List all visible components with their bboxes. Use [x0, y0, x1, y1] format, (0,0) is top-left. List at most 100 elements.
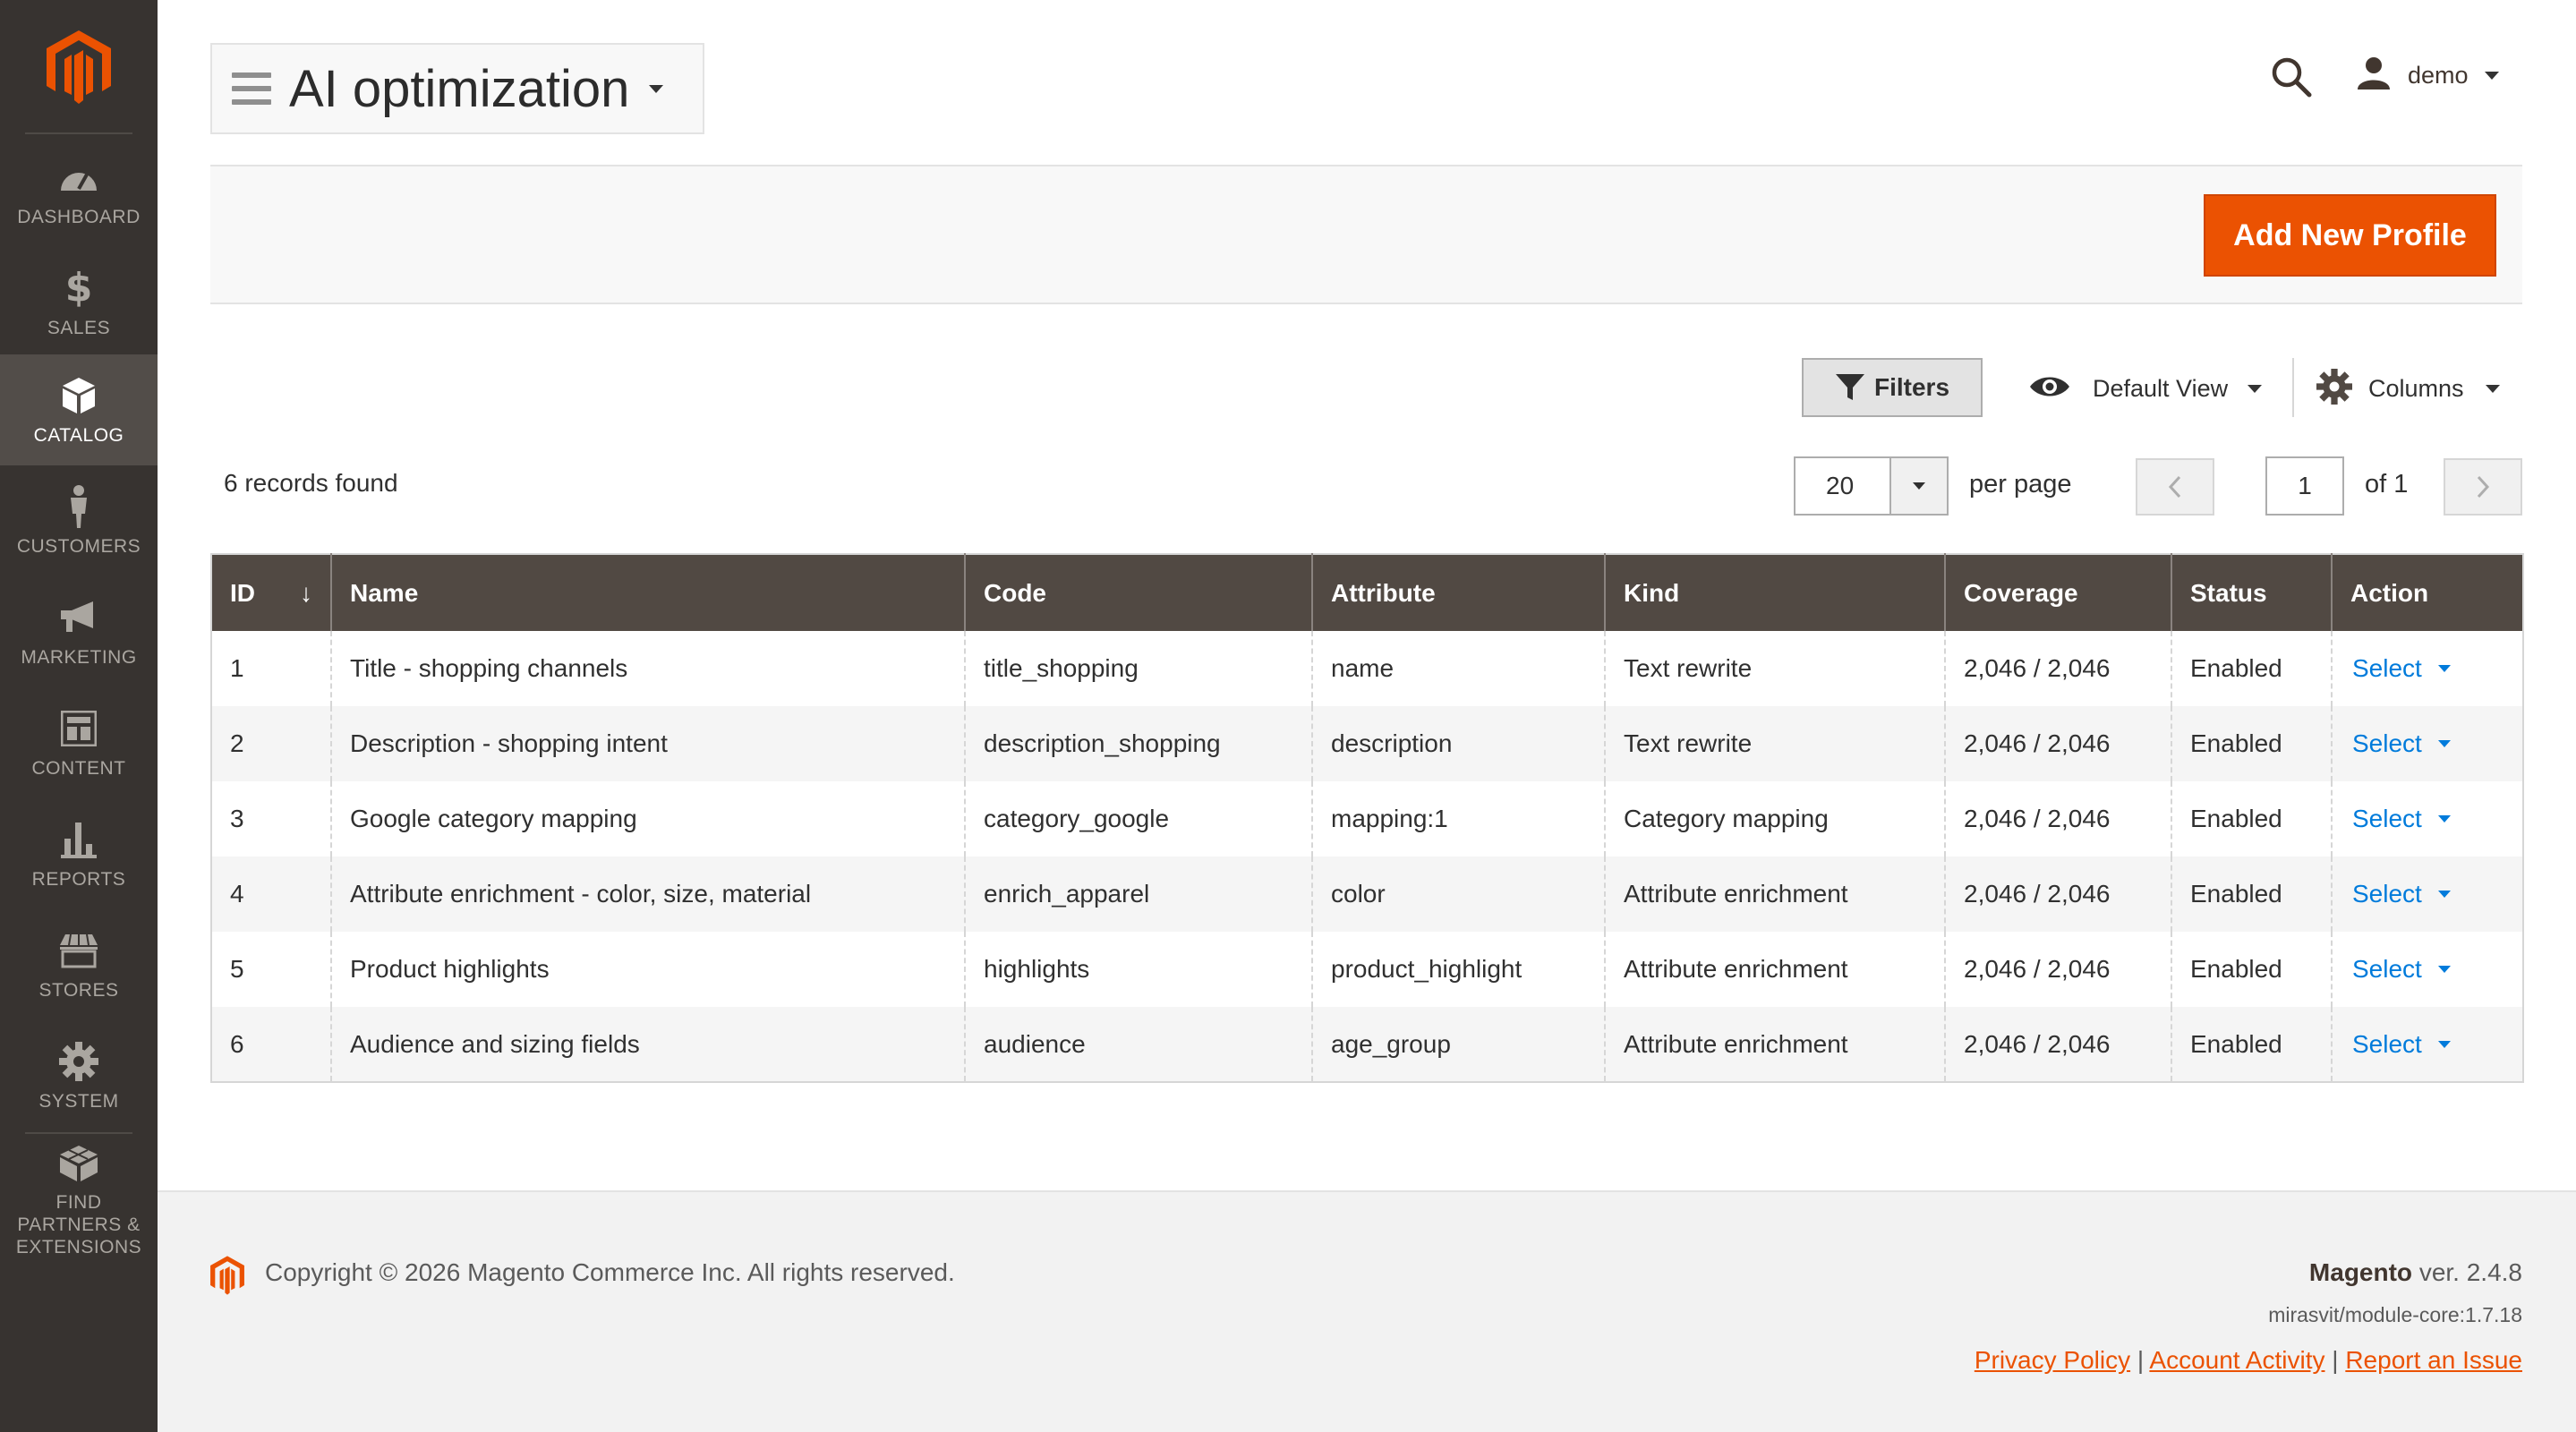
filters-button[interactable]: Filters: [1802, 358, 1983, 417]
table-row[interactable]: 3 Google category mapping category_googl…: [211, 781, 2523, 857]
cell-id: 3: [230, 805, 244, 832]
cell-name: Description - shopping intent: [330, 706, 965, 781]
sidebar-item-reports[interactable]: REPORTS: [0, 798, 158, 909]
cell-kind: Attribute enrichment: [1604, 857, 1945, 932]
cell-kind: Attribute enrichment: [1604, 932, 1945, 1007]
chevron-down-icon: [2485, 384, 2500, 393]
account-activity-link[interactable]: Account Activity: [2149, 1346, 2324, 1374]
sort-descending-icon: ↓: [300, 578, 312, 607]
columns-label: Columns: [2368, 374, 2464, 402]
sidebar-item-content[interactable]: CONTENT: [0, 687, 158, 798]
cell-name: Title - shopping channels: [330, 631, 965, 706]
user-account-menu[interactable]: demo: [2356, 52, 2499, 98]
cell-action: Select: [2331, 932, 2523, 1007]
table-row[interactable]: 5 Product highlights highlights product_…: [211, 932, 2523, 1007]
row-action-select[interactable]: Select: [2350, 880, 2451, 908]
table-row[interactable]: 1 Title - shopping channels title_shoppi…: [211, 631, 2523, 706]
row-action-select[interactable]: Select: [2350, 955, 2451, 984]
cell-kind: Attribute enrichment: [1604, 1007, 1945, 1082]
column-header-id[interactable]: ID ↓: [211, 554, 331, 631]
cell-status: Enabled: [2171, 706, 2332, 781]
chevron-down-icon: [1913, 482, 1925, 490]
select-label: Select: [2352, 880, 2422, 908]
page-title-switcher[interactable]: AI optimization: [210, 43, 704, 134]
cell-coverage: 2,046 / 2,046: [1944, 706, 2171, 781]
view-switcher[interactable]: Default View: [2028, 369, 2263, 408]
sidebar-item-dashboard[interactable]: DASHBOARD: [0, 136, 158, 247]
cell-code: audience: [964, 1007, 1312, 1082]
per-page-toggle[interactable]: [1889, 458, 1947, 514]
cell-name: Product highlights: [330, 932, 965, 1007]
sidebar-item-sales[interactable]: $ SALES: [0, 247, 158, 358]
cell-status: Enabled: [2171, 932, 2332, 1007]
columns-control[interactable]: Columns: [2316, 368, 2500, 409]
sidebar-item-marketing[interactable]: MARKETING: [0, 576, 158, 687]
gear-icon: [57, 1040, 100, 1083]
page-footer: Copyright © 2026 Magento Commerce Inc. A…: [158, 1190, 2576, 1432]
row-action-select[interactable]: Select: [2350, 654, 2451, 683]
privacy-policy-link[interactable]: Privacy Policy: [1975, 1346, 2130, 1374]
report-issue-link[interactable]: Report an Issue: [2345, 1346, 2522, 1374]
speedometer-icon: [57, 156, 100, 199]
gear-icon: [2316, 368, 2352, 409]
cell-coverage: 2,046 / 2,046: [1944, 932, 2171, 1007]
search-icon[interactable]: [2270, 55, 2313, 98]
magento-logo-icon: [209, 1255, 245, 1300]
cell-kind: Text rewrite: [1604, 706, 1945, 781]
table-row[interactable]: 4 Attribute enrichment - color, size, ma…: [211, 857, 2523, 932]
cell-kind: Text rewrite: [1604, 631, 1945, 706]
cell-name: Attribute enrichment - color, size, mate…: [330, 857, 965, 932]
row-action-select[interactable]: Select: [2350, 805, 2451, 833]
select-label: Select: [2352, 805, 2422, 832]
records-found-count: 6 records found: [224, 469, 398, 497]
cell-code: enrich_apparel: [964, 857, 1312, 932]
chevron-left-icon: [2168, 475, 2181, 499]
sidebar-item-customers[interactable]: CUSTOMERS: [0, 465, 158, 576]
layout-icon: [57, 707, 100, 750]
module-version: mirasvit/module-core:1.7.18: [2268, 1303, 2522, 1326]
select-label: Select: [2352, 729, 2422, 757]
chevron-down-icon: [2484, 71, 2499, 80]
page-actions-bar: [210, 165, 2522, 304]
previous-page-button[interactable]: [2136, 458, 2214, 516]
per-page-select[interactable]: 20: [1794, 456, 1949, 516]
cell-attribute: age_group: [1311, 1007, 1605, 1082]
column-header-coverage[interactable]: Coverage: [1944, 554, 2171, 631]
row-action-select[interactable]: Select: [2350, 1030, 2451, 1059]
menu-icon: [232, 72, 271, 105]
next-page-button[interactable]: [2444, 458, 2522, 516]
sidebar-divider: [25, 132, 132, 134]
column-header-status[interactable]: Status: [2171, 554, 2332, 631]
cell-status: Enabled: [2171, 631, 2332, 706]
chevron-right-icon: [2477, 475, 2490, 499]
column-header-attribute[interactable]: Attribute: [1311, 554, 1605, 631]
column-header-name[interactable]: Name: [330, 554, 965, 631]
sidebar-item-catalog[interactable]: CATALOG: [0, 354, 158, 465]
chevron-down-icon: [2248, 384, 2263, 393]
column-header-kind[interactable]: Kind: [1604, 554, 1945, 631]
cell-name: Audience and sizing fields: [330, 1007, 965, 1082]
cubes-icon: [57, 1142, 100, 1184]
sidebar-item-system[interactable]: SYSTEM: [0, 1020, 158, 1131]
chevron-down-icon: [2437, 891, 2451, 898]
column-header-code[interactable]: Code: [964, 554, 1312, 631]
sidebar-item-stores[interactable]: STORES: [0, 909, 158, 1020]
filter-icon: [1835, 374, 1864, 400]
add-new-profile-button[interactable]: Add New Profile: [2204, 194, 2496, 277]
version-brand: Magento: [2308, 1258, 2413, 1286]
cell-status: Enabled: [2171, 857, 2332, 932]
magento-logo-icon[interactable]: [0, 0, 158, 134]
table-row[interactable]: 6 Audience and sizing fields audience ag…: [211, 1007, 2523, 1082]
storefront-icon: [57, 929, 100, 972]
chevron-down-icon: [649, 84, 664, 93]
sidebar-divider: [25, 1132, 132, 1134]
table-row[interactable]: 2 Description - shopping intent descript…: [211, 706, 2523, 781]
row-action-select[interactable]: Select: [2350, 729, 2451, 758]
filters-label: Filters: [1873, 373, 1950, 401]
cell-action: Select: [2331, 857, 2523, 932]
sidebar-item-find-partners[interactable]: FIND PARTNERS & EXTENSIONS: [0, 1142, 158, 1258]
current-page-input[interactable]: 1: [2265, 456, 2344, 516]
cell-attribute: name: [1311, 631, 1605, 706]
chevron-down-icon: [2437, 815, 2451, 823]
profiles-table: ID ↓ Name Code Attribute Kind Coverage S…: [210, 553, 2524, 1083]
